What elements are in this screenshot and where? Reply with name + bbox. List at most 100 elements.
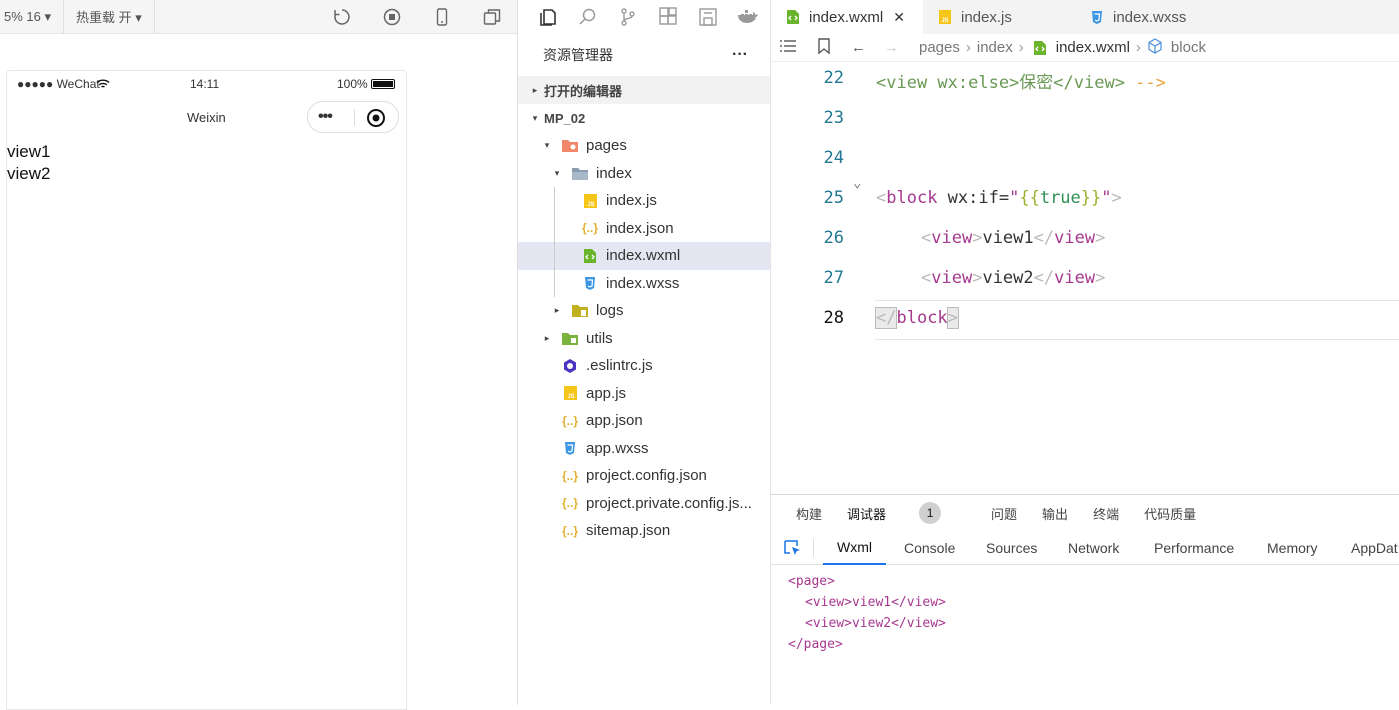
tab-output[interactable]: 输出 xyxy=(1042,504,1068,523)
phone-icon[interactable] xyxy=(433,8,451,26)
json-file-icon: {..} xyxy=(561,496,578,511)
chevron-right-icon: › xyxy=(1018,39,1024,56)
wxml-node-page-close[interactable]: </page> xyxy=(788,634,1399,655)
devtab-sources[interactable]: Sources xyxy=(986,540,1037,556)
tree-item-label: project.config.json xyxy=(586,467,707,485)
close-tab-icon[interactable]: ✕ xyxy=(893,9,905,26)
devtab-network[interactable]: Network xyxy=(1068,540,1119,556)
tree-item-logs[interactable]: ▸ logs xyxy=(518,297,770,325)
close-capsule-icon[interactable] xyxy=(366,108,386,128)
tab-index-wxss[interactable]: index.wxss xyxy=(1075,0,1227,34)
line-number: 26 xyxy=(823,228,844,248)
editor-panel: index.wxml ✕ JS index.js index.wxss ← → … xyxy=(771,0,1399,705)
tree-item-project-config-json[interactable]: {..} project.config.json xyxy=(518,462,770,490)
rotate-icon[interactable] xyxy=(333,8,351,26)
tree-item-project-private-config-js[interactable]: {..} project.private.config.js... xyxy=(518,490,770,518)
chevron-right-icon: › xyxy=(965,39,971,56)
wxml-node-page-open[interactable]: <page> xyxy=(788,571,1399,592)
tree-item-pages[interactable]: ▾ pages xyxy=(518,132,770,160)
source-control-icon[interactable] xyxy=(608,7,648,27)
save-icon[interactable] xyxy=(688,7,728,27)
collapsed-arrow-icon[interactable]: ▸ xyxy=(540,333,554,344)
outline-icon[interactable] xyxy=(779,39,797,57)
explorer-panel: 资源管理器 ··· ▸ 打开的编辑器 ▾ MP_02 ▾ pages ▾ index JS i… xyxy=(518,0,771,705)
js-file-icon: JS xyxy=(580,192,600,210)
tree-item-index-wxss[interactable]: index.wxss xyxy=(518,269,770,297)
more-actions-icon[interactable]: ··· xyxy=(732,46,748,64)
window-icon[interactable] xyxy=(483,8,501,26)
tree-item-index-wxml[interactable]: index.wxml xyxy=(518,242,770,270)
tree-item-utils[interactable]: ▸ utils xyxy=(518,325,770,353)
devtab-console[interactable]: Console xyxy=(904,540,955,556)
tab-code-quality[interactable]: 代码质量 xyxy=(1144,504,1196,523)
tab-terminal[interactable]: 终端 xyxy=(1093,504,1119,523)
simulator-panel: 5% 16 ▾ 热重载 开 ▾ ●●●●● WeChat 14:11 100% … xyxy=(0,0,518,710)
search-icon[interactable] xyxy=(568,7,608,27)
expanded-arrow-icon[interactable]: ▾ xyxy=(550,168,564,179)
js-file-icon: JS xyxy=(560,384,580,402)
open-editors-section[interactable]: ▸ 打开的编辑器 xyxy=(518,76,770,104)
breadcrumb-index[interactable]: index xyxy=(977,39,1013,56)
breadcrumb-pages[interactable]: pages xyxy=(919,39,960,56)
indent-guide xyxy=(554,242,555,270)
files-icon[interactable] xyxy=(528,7,568,27)
eslint-file-icon xyxy=(560,357,580,375)
tree-item-label: index.json xyxy=(606,219,674,237)
tree-item-label: pages xyxy=(586,137,627,155)
devtab-wxml[interactable]: Wxml xyxy=(823,531,886,565)
tree-item-eslintrc-js[interactable]: .eslintrc.js xyxy=(518,352,770,380)
tab-problems[interactable]: 问题 xyxy=(991,504,1017,523)
tree-item-label: app.js xyxy=(586,384,627,402)
cube-icon xyxy=(1147,37,1163,58)
wifi-icon xyxy=(96,79,110,88)
svg-text:JS: JS xyxy=(587,202,594,208)
battery-percent: 100% xyxy=(337,77,368,91)
tree-item-index-js[interactable]: JS index.js xyxy=(518,187,770,215)
project-section[interactable]: ▾ MP_02 xyxy=(518,104,770,132)
devtab-memory[interactable]: Memory xyxy=(1267,540,1318,556)
svg-text:JS: JS xyxy=(941,18,948,24)
wxml-file-icon xyxy=(1030,39,1050,57)
tree-item-app-wxss[interactable]: app.wxss xyxy=(518,435,770,463)
tree-item-index[interactable]: ▾ index xyxy=(518,160,770,188)
tree-item-app-json[interactable]: {..} app.json xyxy=(518,407,770,435)
tab-debugger[interactable]: 调试器 1 xyxy=(847,502,966,524)
breadcrumb-symbol[interactable]: block xyxy=(1171,39,1206,56)
wxml-node-view[interactable]: <view>view2</view> xyxy=(788,613,1399,634)
line-number: 24 xyxy=(823,148,844,168)
tab-index-js[interactable]: JS index.js xyxy=(923,0,1075,34)
wxml-node-view[interactable]: <view>view1</view> xyxy=(788,592,1399,613)
docker-icon[interactable] xyxy=(728,7,768,27)
tab-index-wxml[interactable]: index.wxml ✕ xyxy=(771,0,923,34)
forward-arrow-icon[interactable]: → xyxy=(884,39,899,56)
wxml-tree: <page> <view>view1</view> <view>view2</v… xyxy=(771,565,1399,655)
bookmark-icon[interactable] xyxy=(817,37,831,58)
back-arrow-icon[interactable]: ← xyxy=(851,39,866,56)
collapsed-arrow-icon[interactable]: ▸ xyxy=(550,305,564,316)
devtab-performance[interactable]: Performance xyxy=(1154,540,1234,556)
json-file-icon: {..} xyxy=(561,523,578,538)
fold-chevron-icon[interactable]: ⌄ xyxy=(853,175,861,191)
tab-build[interactable]: 构建 xyxy=(796,504,822,523)
extensions-icon[interactable] xyxy=(648,7,688,27)
breadcrumb-file[interactable]: index.wxml xyxy=(1056,39,1130,56)
tree-item-label: index.js xyxy=(606,192,657,210)
zoom-select[interactable]: 5% 16 ▾ xyxy=(0,0,64,34)
inspect-element-icon[interactable] xyxy=(783,539,803,560)
indent-guide xyxy=(554,187,555,215)
indent-guide xyxy=(554,269,555,297)
code-line-25: <block wx:if="{{true}}"> xyxy=(876,188,1122,208)
more-dots-icon[interactable]: ••• xyxy=(318,108,333,126)
code-line-27: <view>view2</view> xyxy=(921,268,1106,288)
hot-reload-select[interactable]: 热重载 开 ▾ xyxy=(64,0,155,34)
indent-guide xyxy=(554,214,555,242)
wxss-file-icon xyxy=(1087,8,1107,26)
tree-item-label: utils xyxy=(586,329,613,347)
line-number-current: 28 xyxy=(823,308,844,328)
tree-item-app-js[interactable]: JS app.js xyxy=(518,380,770,408)
expanded-arrow-icon[interactable]: ▾ xyxy=(540,140,554,151)
tree-item-index-json[interactable]: {..} index.json xyxy=(518,214,770,242)
devtab-appdata[interactable]: AppDat xyxy=(1351,540,1398,556)
stop-icon[interactable] xyxy=(383,8,401,26)
tree-item-sitemap-json[interactable]: {..} sitemap.json xyxy=(518,517,770,545)
